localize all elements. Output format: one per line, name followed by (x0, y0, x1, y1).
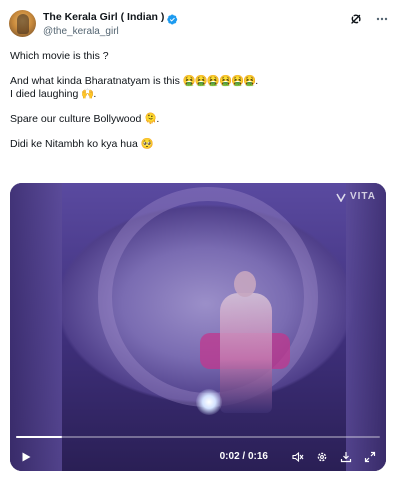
settings-icon[interactable] (316, 450, 328, 462)
tweet-line: Spare our culture Bollywood 🫠. (10, 113, 388, 126)
tweet-line-text: And what kinda Bharatnatyam is this (10, 75, 183, 87)
tweet-line-text: Which movie is this ? (10, 50, 109, 62)
volume-icon[interactable] (292, 450, 304, 463)
author-name-row: The Kerala Girl ( Indian ) (43, 11, 178, 24)
grok-icon[interactable] (350, 12, 362, 24)
tweet-line-text: I died laughing (10, 87, 82, 100)
watermark-text: VITA (349, 191, 376, 202)
fullscreen-icon[interactable] (364, 450, 376, 463)
author-display-name[interactable]: The Kerala Girl ( Indian ) (43, 11, 164, 23)
tweet-text: Which movie is this ? And what kinda Bha… (10, 50, 388, 150)
author-handle[interactable]: @the_kerala_girl (43, 26, 119, 37)
vita-logo-icon (336, 192, 346, 203)
video-time: 0:02 / 0:16 (219, 450, 268, 462)
tweet-line-end: . (255, 75, 259, 87)
tweet-line: Which movie is this ? (10, 50, 388, 63)
tweet: The Kerala Girl ( Indian ) @the_kerala_g… (0, 0, 397, 481)
tweet-top-actions (350, 12, 388, 24)
download-icon[interactable] (340, 450, 352, 463)
tweet-line-end: . (93, 87, 97, 100)
video-progress-bar[interactable] (16, 436, 380, 438)
tweet-line-end: . (156, 112, 160, 125)
more-options-icon[interactable] (376, 12, 388, 24)
melting-face-emoji-icon: 🫠 (144, 112, 157, 125)
video-controls: 0:02 / 0:16 (10, 441, 386, 471)
vomit-emoji-icon: 🤮🤮🤮🤮🤮🤮 (182, 75, 256, 87)
tweet-line: Didi ke Nitambh ko kya hua 🥺 (10, 138, 388, 151)
tweet-line: And what kinda Bharatnatyam is this 🤮🤮🤮🤮… (10, 75, 388, 88)
avatar[interactable] (9, 10, 36, 37)
verified-badge-icon[interactable] (167, 12, 178, 24)
tweet-line-text: Didi ke Nitambh ko kya hua (10, 137, 141, 150)
pleading-face-emoji-icon: 🥺 (140, 137, 154, 150)
video-progress-fill (16, 436, 62, 438)
raised-hands-emoji-icon: 🙌 (81, 87, 94, 100)
tweet-line-text: Spare our culture Bollywood (10, 112, 145, 125)
video-player[interactable]: VITA 0:02 / 0:16 (10, 183, 386, 471)
play-icon[interactable] (20, 450, 32, 462)
video-watermark: VITA (336, 191, 376, 203)
tweet-line: I died laughing 🙌. (10, 88, 388, 101)
